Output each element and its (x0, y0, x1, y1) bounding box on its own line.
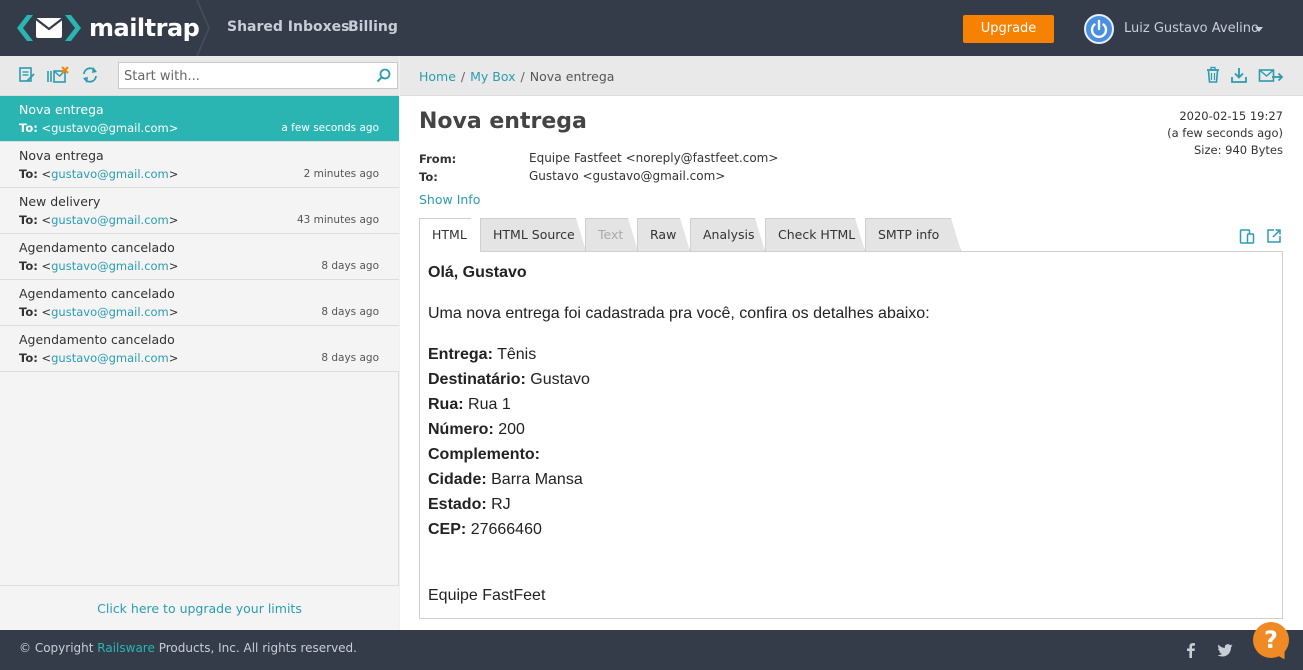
show-info-link[interactable]: Show Info (419, 192, 480, 207)
footer: © Copyright Railsware Products, Inc. All… (0, 630, 1303, 670)
message-list-item[interactable]: Agendamento cancelado To: <gustavo@gmail… (0, 234, 399, 280)
help-button[interactable]: ? (1253, 622, 1289, 658)
tab-text: Text (585, 218, 638, 251)
tab-html[interactable]: HTML (419, 218, 481, 252)
tab-check-html[interactable]: Check HTML (765, 218, 865, 251)
upgrade-button[interactable]: Upgrade (963, 15, 1054, 43)
top-navbar: mailtrap Shared Inboxes Billing Upgrade … (0, 0, 1303, 56)
twitter-icon[interactable] (1216, 641, 1234, 659)
facebook-icon[interactable] (1182, 641, 1200, 659)
railsware-link[interactable]: Railsware (97, 641, 155, 655)
forward-mail-icon[interactable] (1258, 66, 1284, 84)
message-view: Home / My Box / Nova entrega Nova entrega 20… (400, 56, 1303, 630)
email-field: Número: 200 (428, 421, 525, 438)
message-subject: Agendamento cancelado (19, 240, 175, 255)
message-meta: 2020-02-15 19:27 (a few seconds ago) Siz… (1167, 108, 1283, 159)
message-list-item[interactable]: Nova entrega To: <gustavo@gmail.com> 2 m… (0, 142, 399, 188)
search-input[interactable] (124, 67, 364, 85)
email-field: Cidade: Barra Mansa (428, 471, 583, 488)
email-field: Estado: RJ (428, 496, 511, 513)
app-name: mailtrap (89, 14, 200, 42)
email-html-preview: Olá, Gustavo Uma nova entrega foi cadast… (419, 251, 1283, 619)
email-signature: Equipe FastFeet (428, 587, 546, 604)
tab-html-source[interactable]: HTML Source (480, 218, 586, 251)
email-greeting: Olá, Gustavo (428, 264, 527, 281)
inbox-panel: Nova entrega To: <gustavo@gmail.com> a f… (0, 56, 399, 630)
power-icon (1090, 19, 1108, 39)
nav-divider (196, 0, 210, 56)
email-intro: Uma nova entrega foi cadastrada pra você… (428, 305, 930, 322)
breadcrumb-inbox[interactable]: My Box (470, 69, 515, 84)
from-value: Equipe Fastfeet <noreply@fastfeet.com> (529, 151, 779, 165)
message-time: 8 days ago (321, 352, 379, 364)
nav-shared-inboxes[interactable]: Shared Inboxes (227, 19, 349, 35)
message-recipient: To: <gustavo@gmail.com> (19, 259, 179, 273)
message-list: Nova entrega To: <gustavo@gmail.com> a f… (0, 96, 399, 372)
message-recipient: To: <gustavo@gmail.com> (19, 305, 179, 319)
open-external-icon[interactable] (1266, 228, 1282, 244)
edit-inbox-icon[interactable] (18, 66, 36, 84)
upgrade-limits-link[interactable]: Click here to upgrade your limits (97, 601, 302, 616)
message-subject: Agendamento cancelado (19, 332, 175, 347)
message-subject: New delivery (19, 194, 101, 209)
message-subject: Agendamento cancelado (19, 286, 175, 301)
user-name[interactable]: Luiz Gustavo Avelino (1124, 21, 1259, 36)
device-preview-icon[interactable] (1239, 228, 1255, 244)
clear-inbox-icon[interactable] (46, 66, 70, 84)
message-time: 8 days ago (321, 306, 379, 318)
message-time: 2 minutes ago (303, 168, 379, 180)
message-recipient: To: <gustavo@gmail.com> (19, 213, 179, 227)
tab-raw[interactable]: Raw (637, 218, 690, 251)
copyright-text: © Copyright Railsware Products, Inc. All… (19, 641, 357, 655)
email-field: Complemento: (428, 446, 540, 463)
search-box (118, 62, 398, 89)
tab-analysis[interactable]: Analysis (690, 218, 765, 251)
message-list-item[interactable]: Agendamento cancelado To: <gustavo@gmail… (0, 326, 399, 372)
inbox-toolbar (0, 56, 399, 96)
email-field: CEP: 27666460 (428, 521, 542, 538)
download-icon[interactable] (1230, 66, 1248, 84)
to-label: To: (419, 170, 438, 184)
email-field: Destinatário: Gustavo (428, 371, 590, 388)
message-list-item[interactable]: Nova entrega To: <gustavo@gmail.com> a f… (0, 96, 399, 142)
email-field: Entrega: Tênis (428, 346, 537, 363)
breadcrumb-home[interactable]: Home (419, 69, 456, 84)
message-size: Size: 940 Bytes (1193, 143, 1283, 157)
breadcrumb-current: Nova entrega (529, 69, 615, 84)
breadcrumb-bar: Home / My Box / Nova entrega (400, 56, 1303, 96)
nav-billing[interactable]: Billing (348, 19, 398, 35)
message-recipient: To: <gustavo@gmail.com> (19, 351, 179, 365)
message-time: 43 minutes ago (296, 214, 379, 226)
trash-icon[interactable] (1204, 66, 1222, 84)
upgrade-limits-bar: Click here to upgrade your limits (0, 585, 399, 630)
message-time: 8 days ago (321, 260, 379, 272)
refresh-icon[interactable] (81, 66, 99, 84)
message-subject: Nova entrega (19, 148, 104, 163)
message-list-item[interactable]: New delivery To: <gustavo@gmail.com> 43 … (0, 188, 399, 234)
message-time: a few seconds ago (281, 122, 379, 134)
from-label: From: (419, 152, 457, 166)
breadcrumb: Home / My Box / Nova entrega (419, 69, 615, 84)
message-subject-title: Nova entrega (419, 109, 587, 134)
message-list-item[interactable]: Agendamento cancelado To: <gustavo@gmail… (0, 280, 399, 326)
message-subject: Nova entrega (19, 102, 104, 117)
message-datetime: 2020-02-15 19:27 (1179, 109, 1283, 123)
tab-smtp-info[interactable]: SMTP info (865, 218, 961, 251)
message-recipient: To: <gustavo@gmail.com> (19, 121, 179, 135)
message-relative-time: (a few seconds ago) (1167, 126, 1283, 140)
mailtrap-logo-icon (17, 15, 81, 41)
chevron-down-icon[interactable] (1255, 27, 1263, 32)
mailtrap-logo[interactable]: mailtrap (17, 13, 200, 43)
to-value: Gustavo <gustavo@gmail.com> (529, 169, 726, 183)
search-icon[interactable] (376, 68, 391, 83)
message-recipient: To: <gustavo@gmail.com> (19, 167, 179, 181)
email-field: Rua: Rua 1 (428, 396, 511, 413)
user-avatar[interactable] (1084, 14, 1114, 44)
